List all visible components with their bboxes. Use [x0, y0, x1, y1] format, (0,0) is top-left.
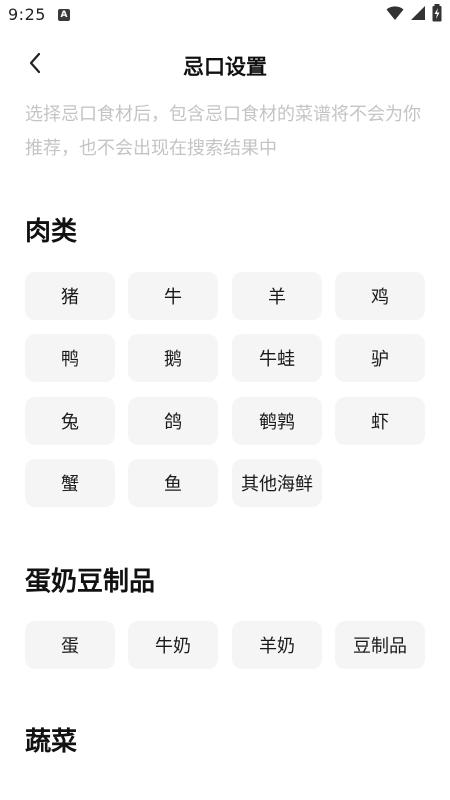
option-shrimp[interactable]: 虾	[335, 397, 425, 445]
section-title-eggs-dairy-soy: 蛋奶豆制品	[25, 567, 156, 597]
status-icons	[386, 4, 442, 26]
option-beef[interactable]: 牛	[128, 272, 218, 320]
description-text: 选择忌口食材后，包含忌口食材的菜谱将不会为你推荐，也不会出现在搜索结果中	[25, 104, 421, 159]
option-goat-milk[interactable]: 羊奶	[232, 621, 322, 669]
option-chicken[interactable]: 鸡	[335, 272, 425, 320]
option-bullfrog[interactable]: 牛蛙	[232, 334, 322, 382]
battery-charging-icon	[432, 4, 442, 26]
page-title: 忌口设置	[183, 55, 267, 79]
option-pork[interactable]: 猪	[25, 272, 115, 320]
section-title-meat: 肉类	[25, 217, 78, 247]
top-app-bar: 忌口设置	[0, 40, 450, 90]
option-donkey[interactable]: 驴	[335, 334, 425, 382]
section-title-vegetables: 蔬菜	[25, 727, 78, 757]
option-milk[interactable]: 牛奶	[128, 621, 218, 669]
option-goose[interactable]: 鹅	[128, 334, 218, 382]
option-rabbit[interactable]: 兔	[25, 397, 115, 445]
wifi-icon	[386, 5, 404, 25]
option-duck[interactable]: 鸭	[25, 334, 115, 382]
diet-restriction-settings-page: 9:25 A 忌口设置 选择忌口食材后，包含忌口食材的菜谱将不会为你推荐，也不会…	[0, 0, 450, 800]
option-soy-products[interactable]: 豆制品	[335, 621, 425, 669]
option-crab[interactable]: 蟹	[25, 459, 115, 507]
status-bar: 9:25 A	[0, 0, 450, 30]
option-egg[interactable]: 蛋	[25, 621, 115, 669]
option-fish[interactable]: 鱼	[128, 459, 218, 507]
option-pigeon[interactable]: 鸽	[128, 397, 218, 445]
notification-app-icon: A	[58, 9, 70, 21]
option-lamb[interactable]: 羊	[232, 272, 322, 320]
signal-icon	[410, 5, 426, 25]
option-other-seafood[interactable]: 其他海鲜	[232, 459, 322, 507]
status-time: 9:25	[8, 5, 46, 24]
option-quail[interactable]: 鹌鹑	[232, 397, 322, 445]
